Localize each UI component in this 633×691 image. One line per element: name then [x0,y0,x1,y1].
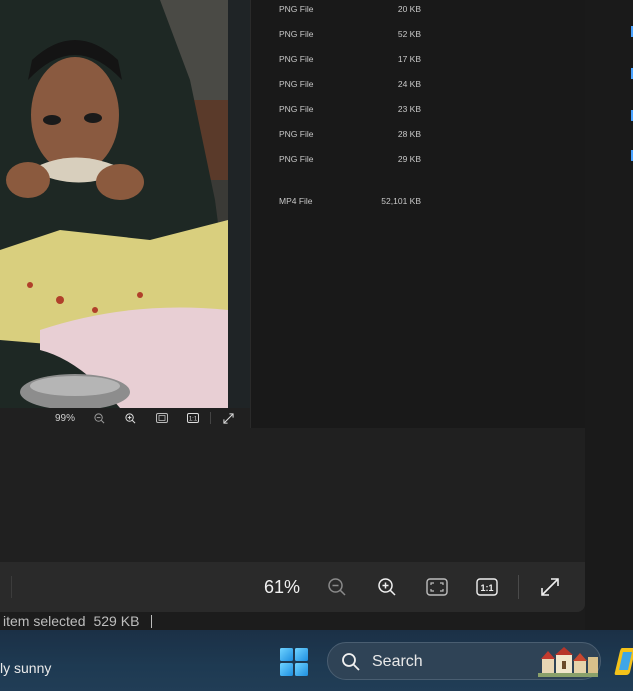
taskbar-search[interactable]: Search [327,642,601,680]
list-item[interactable]: PNG File 28 KB [279,127,421,141]
toolbar-divider [210,412,211,424]
preview-frame-edge [228,0,250,408]
screen: 99% 1:1 PNG File 20 KB PNG File 52 KB PN… [0,0,633,691]
file-size: 23 KB [397,104,421,114]
preview-toolbar: 99% 1:1 [0,408,250,428]
fit-to-window-icon[interactable] [412,570,462,604]
file-size: 29 KB [397,154,421,164]
file-type: PNG File [279,154,314,164]
list-item[interactable]: PNG File 29 KB [279,152,421,166]
selection-status: item selected [3,613,86,629]
search-highlight-icon [538,647,598,677]
fit-to-window-icon[interactable] [146,409,177,427]
list-item[interactable]: MP4 File 52,101 KB [279,194,421,208]
weather-widget[interactable]: ly sunny [0,660,51,676]
preview-image[interactable] [0,0,228,408]
file-type: PNG File [279,54,314,64]
file-type: PNG File [279,4,314,14]
file-size: 17 KB [397,54,421,64]
copilot-icon[interactable] [614,646,633,676]
status-bar: item selected 529 KB [0,612,585,630]
file-type: PNG File [279,129,314,139]
zoom-out-icon[interactable] [84,409,115,427]
selection-size: 529 KB [93,613,140,629]
preview-photo-drawing [0,0,228,408]
file-size: 28 KB [397,129,421,139]
text-cursor [151,614,153,628]
zoom-out-icon[interactable] [312,570,362,604]
zoom-in-icon[interactable] [362,570,412,604]
side-panel-edge [585,0,633,630]
fullscreen-icon[interactable] [213,409,244,427]
search-icon [341,652,361,677]
zoom-in-icon[interactable] [115,409,146,427]
svg-text:1:1: 1:1 [188,416,197,422]
windows-start-icon[interactable] [278,646,310,678]
list-item[interactable]: PNG File 20 KB [279,2,421,16]
viewer-toolbar: 61% 1:1 [0,562,585,612]
file-size: 20 KB [397,4,421,14]
zoom-level[interactable]: 61% [260,577,304,598]
file-list: PNG File 20 KB PNG File 52 KB PNG File 1… [250,0,585,428]
list-item[interactable]: PNG File 24 KB [279,77,421,91]
viewer-canvas [0,428,585,562]
toolbar-divider [11,576,12,598]
toolbar-divider [518,575,519,599]
file-type: PNG File [279,29,314,39]
actual-size-icon[interactable]: 1:1 [462,570,512,604]
fullscreen-icon[interactable] [525,570,575,604]
file-size: 52 KB [397,29,421,39]
file-type: MP4 File [279,196,313,206]
file-type: PNG File [279,104,314,114]
preview-zoom-level: 99% [54,412,75,424]
list-item[interactable]: PNG File 23 KB [279,102,421,116]
taskbar: ly sunny Search [0,630,633,691]
actual-size-icon[interactable]: 1:1 [177,409,208,427]
file-type: PNG File [279,79,314,89]
file-size: 52,101 KB [381,196,421,206]
svg-text:1:1: 1:1 [480,583,493,593]
list-item[interactable]: PNG File 52 KB [279,27,421,41]
search-label: Search [372,653,423,670]
list-item[interactable]: PNG File 17 KB [279,52,421,66]
file-size: 24 KB [397,79,421,89]
